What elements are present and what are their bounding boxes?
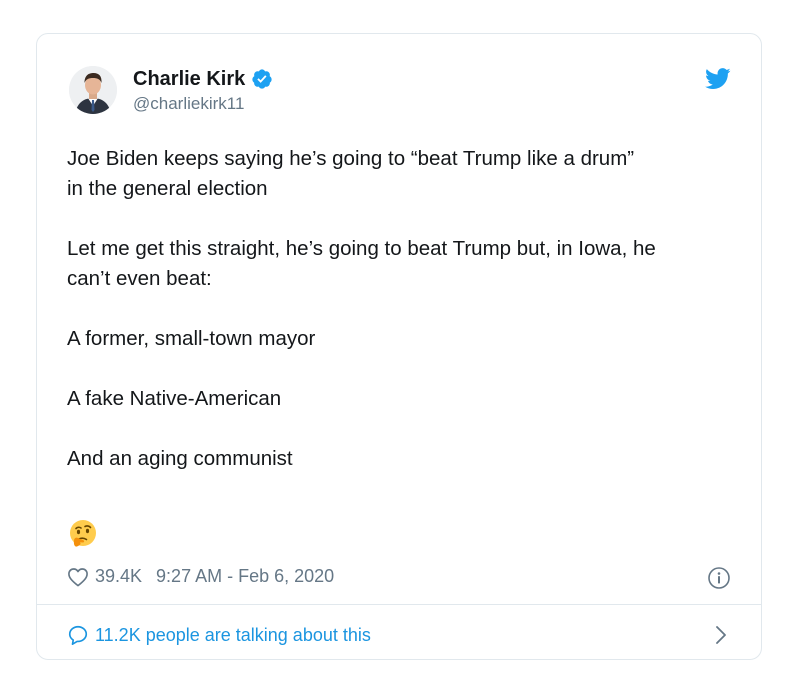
author-handle[interactable]: @charliekirk11 [133, 94, 244, 114]
chevron-right-icon[interactable] [715, 625, 727, 645]
tweet-text: Joe Biden keeps saying he’s going to “be… [67, 144, 737, 504]
conversation-label[interactable]: 11.2K people are talking about this [95, 625, 371, 646]
tweet-meta: 39.4K 9:27 AM - Feb 6, 2020 [67, 566, 334, 587]
author-display-name[interactable]: Charlie Kirk [133, 68, 245, 90]
avatar-image [69, 66, 117, 114]
info-icon[interactable] [707, 566, 731, 590]
verified-badge-icon [252, 69, 272, 89]
tweet-paragraph: A former, small-town mayor [67, 327, 316, 350]
tweet-timestamp[interactable]: 9:27 AM - Feb 6, 2020 [156, 566, 334, 587]
thinking-face-icon [70, 520, 96, 547]
comment-bubble-icon [68, 625, 88, 645]
twitter-logo-icon[interactable] [705, 68, 731, 90]
divider [37, 604, 761, 605]
tweet-card: Charlie Kirk @charliekirk11 Joe Biden ke… [36, 33, 762, 660]
author-name-row[interactable]: Charlie Kirk [133, 68, 273, 90]
tweet-paragraph: A fake Native-American [67, 387, 282, 410]
tweet-paragraph: And an aging communist [67, 447, 293, 470]
tweet-paragraph: Joe Biden keeps saying he’s going to “be… [67, 147, 635, 200]
tweet-paragraph: Let me get this straight, he’s going to … [67, 237, 656, 290]
conversation-link[interactable]: 11.2K people are talking about this [67, 622, 731, 648]
heart-icon[interactable] [67, 567, 89, 587]
like-count[interactable]: 39.4K [95, 566, 142, 587]
avatar[interactable] [69, 66, 117, 114]
